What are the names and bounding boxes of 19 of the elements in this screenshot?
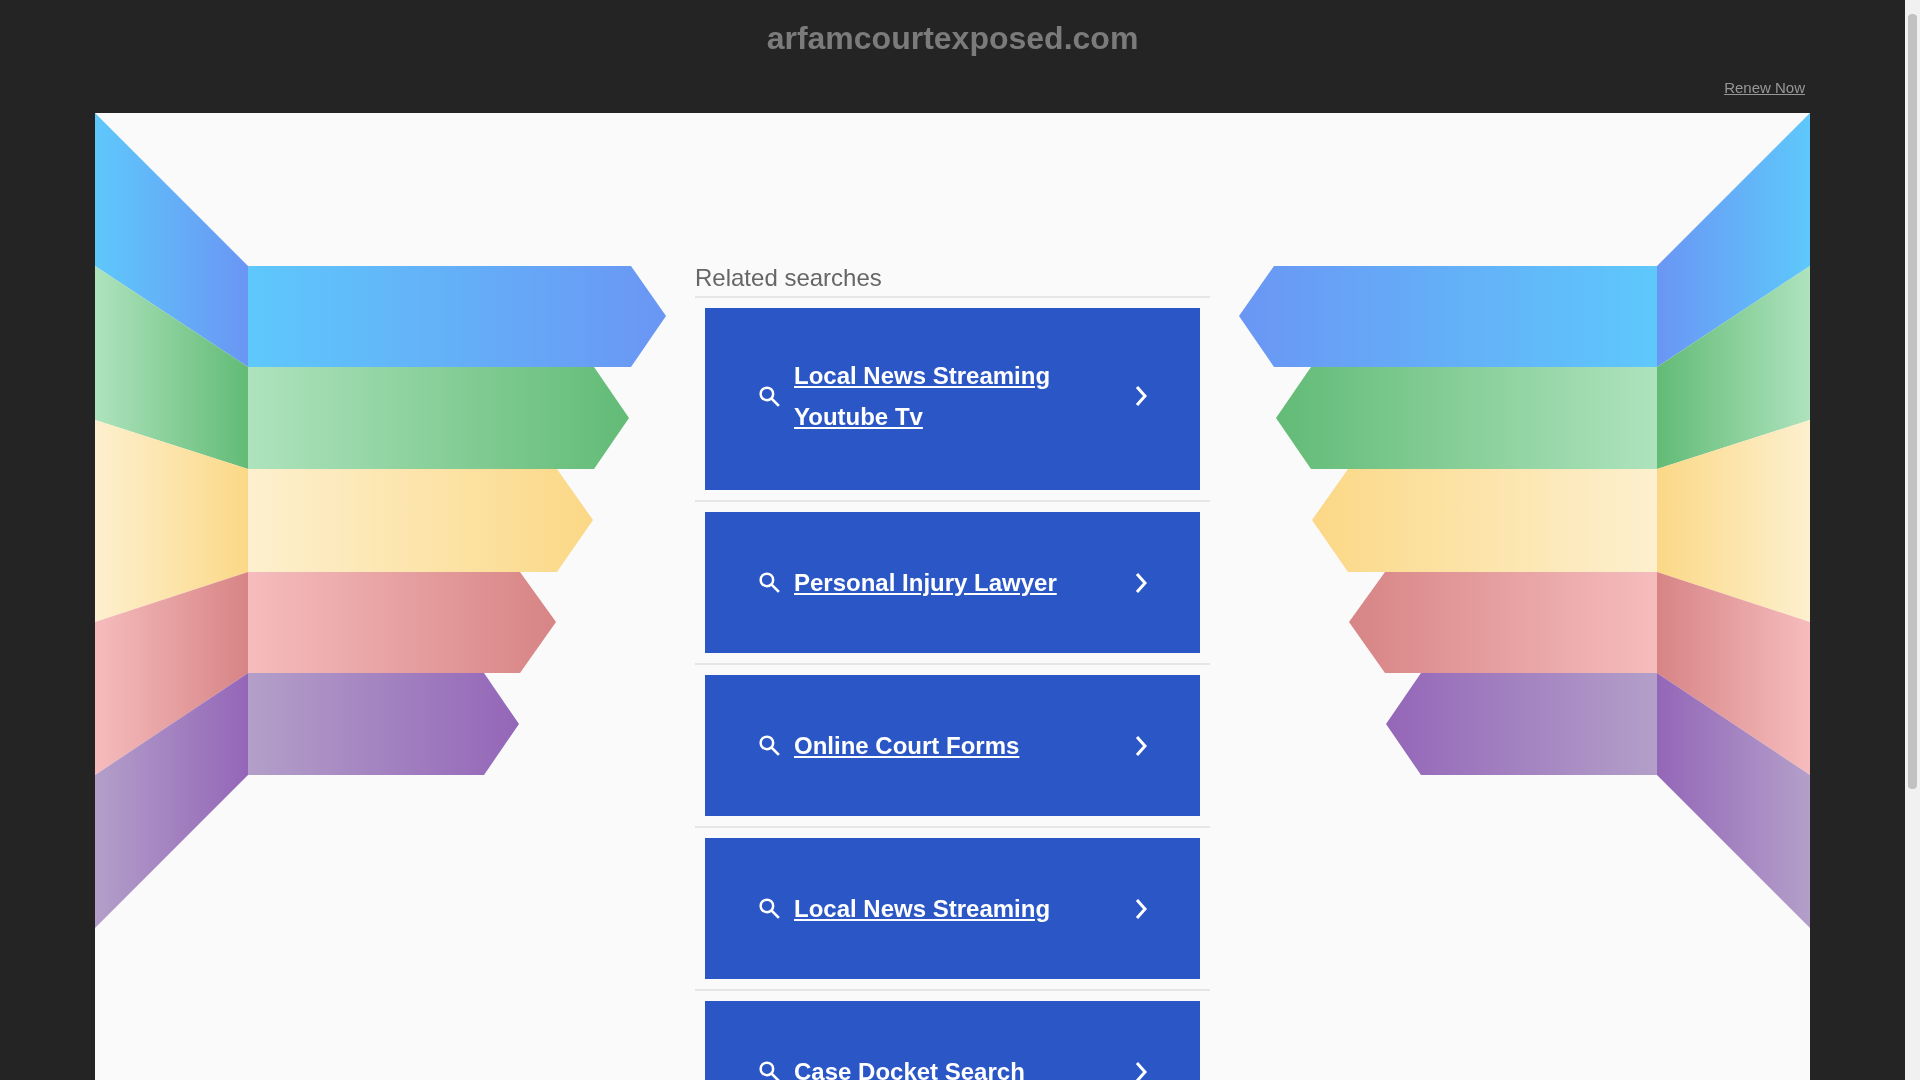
- search-icon: [757, 570, 782, 595]
- chevron-right-icon: [1134, 570, 1148, 595]
- related-search-button[interactable]: Local News Streaming Youtube Tv: [705, 308, 1200, 490]
- search-icon: [757, 383, 782, 409]
- scrollbar[interactable]: [1905, 0, 1920, 1080]
- chevron-right-icon: [1134, 896, 1148, 921]
- related-search-button[interactable]: Case Docket Search: [705, 1001, 1200, 1080]
- chevron-right-icon: [1134, 384, 1148, 408]
- chevron-right-icon: [1134, 733, 1148, 758]
- search-icon: [757, 1059, 782, 1080]
- scrollbar-thumb[interactable]: [1908, 14, 1917, 789]
- domain-title: arfamcourtexposed.com: [765, 19, 1140, 56]
- renew-now-link[interactable]: Renew Now: [1724, 79, 1805, 97]
- related-search-button[interactable]: Online Court Forms: [705, 675, 1200, 816]
- search-icon: [757, 896, 782, 921]
- related-search-button[interactable]: Local News Streaming: [705, 838, 1200, 979]
- related-search-button[interactable]: Personal Injury Lawyer: [705, 512, 1200, 653]
- search-icon: [757, 733, 782, 758]
- chevron-right-icon: [1134, 1059, 1148, 1080]
